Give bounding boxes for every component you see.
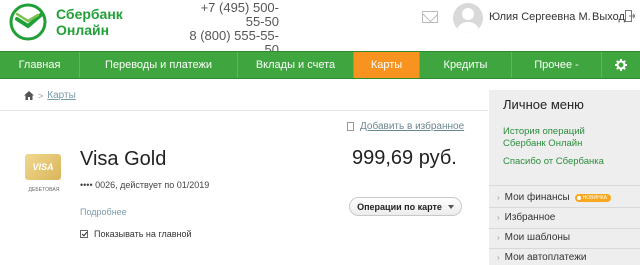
- menu-item-autopayments[interactable]: › Мои автоплатежи: [497, 252, 587, 263]
- card-number-info: •••• 0026, действует по 01/2019: [80, 180, 210, 190]
- divider: [0, 110, 488, 111]
- personal-menu-title: Личное меню: [503, 97, 584, 112]
- sberbank-logo[interactable]: Сбербанк Онлайн: [8, 2, 123, 42]
- chevron-right-icon: ›: [497, 193, 500, 202]
- chevron-down-icon: [447, 204, 454, 209]
- avatar[interactable]: [453, 3, 483, 33]
- breadcrumb: > Карты: [24, 90, 76, 101]
- logout-link[interactable]: Выход: [592, 11, 625, 23]
- card-title: Visa Gold: [80, 148, 167, 170]
- nav-item-transfers[interactable]: Переводы и платежи: [80, 52, 238, 78]
- chevron-right-icon: ›: [497, 233, 500, 242]
- details-link[interactable]: Подробнее: [80, 207, 127, 217]
- phone-1: +7 (495) 500-55-50: [200, 0, 279, 29]
- menu-link-sberbank-online[interactable]: Сбербанк Онлайн: [503, 138, 582, 150]
- mail-icon[interactable]: [422, 11, 438, 23]
- header: Сбербанк Онлайн +7 (495) 500-55-50 8 (80…: [0, 0, 640, 57]
- phone-numbers: +7 (495) 500-55-50 8 (800) 555-55-50: [183, 1, 279, 57]
- chevron-right-icon: ›: [497, 253, 500, 262]
- breadcrumb-separator: >: [38, 90, 44, 101]
- menu-item-my-finances[interactable]: › Мои финансы НОВИНКА: [497, 192, 611, 203]
- logo-line-1: Сбербанк: [56, 6, 123, 22]
- menu-divider: [489, 228, 640, 229]
- chevron-right-icon: ›: [497, 213, 500, 222]
- menu-item-templates[interactable]: › Мои шаблоны: [497, 232, 570, 243]
- bookmark-icon: [347, 122, 354, 131]
- checkbox[interactable]: [80, 230, 88, 238]
- sberbank-logo-icon: [9, 3, 47, 41]
- menu-item-favorites[interactable]: › Избранное: [497, 212, 555, 223]
- logo-line-2: Онлайн: [56, 22, 110, 38]
- card-balance: 999,69 руб.: [352, 147, 457, 169]
- nav-item-home[interactable]: Главная: [0, 52, 80, 78]
- breadcrumb-cards[interactable]: Карты: [47, 90, 76, 101]
- show-on-main-label: Показывать на главной: [94, 229, 192, 239]
- menu-divider: [489, 248, 640, 249]
- menu-item-label: Мои финансы: [504, 192, 570, 203]
- add-to-favorites[interactable]: Добавить в избранное: [347, 121, 464, 132]
- new-badge: НОВИНКА: [574, 193, 611, 202]
- menu-item-label: Мои шаблоны: [504, 232, 571, 243]
- settings-button[interactable]: [602, 52, 640, 78]
- personal-menu: Личное меню История операций Сбербанк Он…: [489, 90, 640, 265]
- nav-item-other[interactable]: Прочее -: [512, 52, 602, 78]
- user-name[interactable]: Юлия Сергеевна М.: [489, 11, 591, 23]
- home-icon[interactable]: [24, 91, 34, 100]
- card-image: VISA: [25, 154, 61, 180]
- menu-link-history[interactable]: История операций: [503, 126, 585, 138]
- main-nav: Главная Переводы и платежи Вклады и счет…: [0, 51, 640, 79]
- logout-icon[interactable]: [625, 10, 635, 22]
- nav-item-deposits[interactable]: Вклады и счета: [238, 52, 354, 78]
- gear-icon: [615, 59, 627, 71]
- card-operations-button[interactable]: Операции по карте: [349, 197, 462, 216]
- logo-text: Сбербанк Онлайн: [56, 6, 123, 38]
- card-operations-label: Операции по карте: [357, 201, 442, 212]
- menu-divider: [489, 207, 640, 208]
- add-to-favorites-label: Добавить в избранное: [360, 121, 465, 132]
- menu-item-label: Мои автоплатежи: [504, 252, 587, 263]
- nav-item-credits[interactable]: Кредиты: [420, 52, 512, 78]
- menu-item-label: Избранное: [504, 212, 556, 223]
- menu-link-spasibo[interactable]: Спасибо от Сбербанка: [503, 156, 604, 168]
- show-on-main-checkbox[interactable]: Показывать на главной: [80, 229, 192, 239]
- nav-item-cards[interactable]: Карты: [354, 52, 420, 78]
- menu-divider: [489, 185, 640, 186]
- card-type-label: ДЕБЕТОВАЯ: [28, 187, 60, 193]
